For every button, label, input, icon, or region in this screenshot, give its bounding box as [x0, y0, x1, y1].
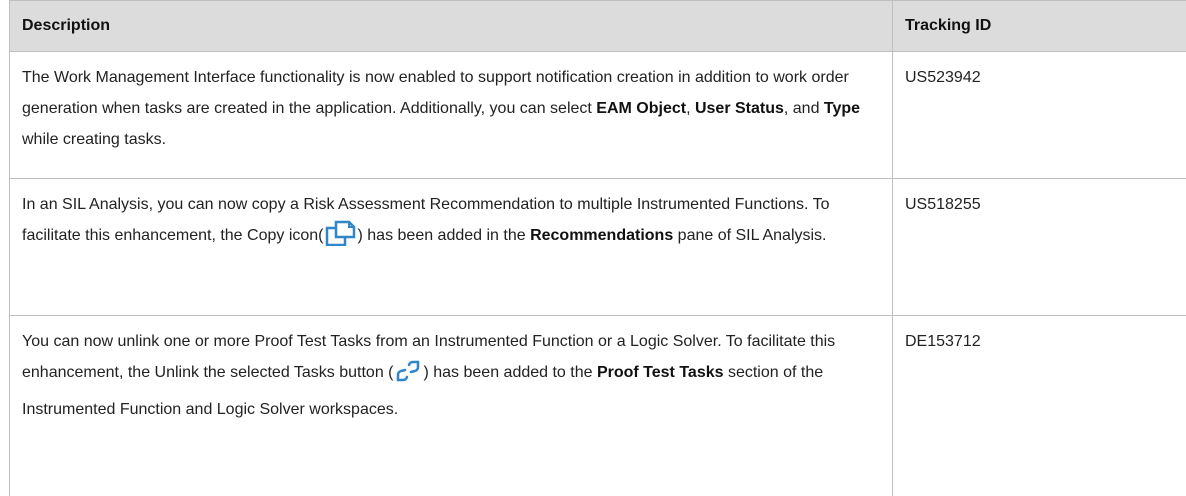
description-cell: The Work Management Interface functional…: [10, 52, 893, 179]
bold-term: Type: [824, 100, 860, 117]
table-row: In an SIL Analysis, you can now copy a R…: [10, 179, 1186, 316]
table-row: The Work Management Interface functional…: [10, 52, 1186, 179]
description-text: ) has been added to the: [423, 364, 596, 381]
tracking-id-cell: US518255: [893, 179, 1186, 316]
description-cell: In an SIL Analysis, you can now copy a R…: [10, 179, 893, 316]
description-text: while creating tasks.: [22, 131, 166, 148]
release-notes-table: Description Tracking ID The Work Managem…: [9, 0, 1186, 496]
bold-term: EAM Object: [596, 100, 686, 117]
description-text: ,: [686, 100, 695, 117]
bold-term: Recommendations: [530, 227, 673, 244]
description-cell: You can now unlink one or more Proof Tes…: [10, 316, 893, 496]
table-row: You can now unlink one or more Proof Tes…: [10, 316, 1186, 496]
description-text: ) has been added in the: [358, 227, 531, 244]
table-header-row: Description Tracking ID: [10, 1, 1186, 52]
bold-term: User Status: [695, 100, 784, 117]
tracking-id-cell: DE153712: [893, 316, 1186, 496]
unlink-icon: [394, 359, 422, 394]
header-tracking-id: Tracking ID: [893, 1, 1186, 52]
description-text: pane of SIL Analysis.: [673, 227, 826, 244]
bold-term: Proof Test Tasks: [597, 364, 724, 381]
copy-icon: [325, 220, 357, 257]
header-description: Description: [10, 1, 893, 52]
tracking-id-cell: US523942: [893, 52, 1186, 179]
description-text: , and: [784, 100, 824, 117]
